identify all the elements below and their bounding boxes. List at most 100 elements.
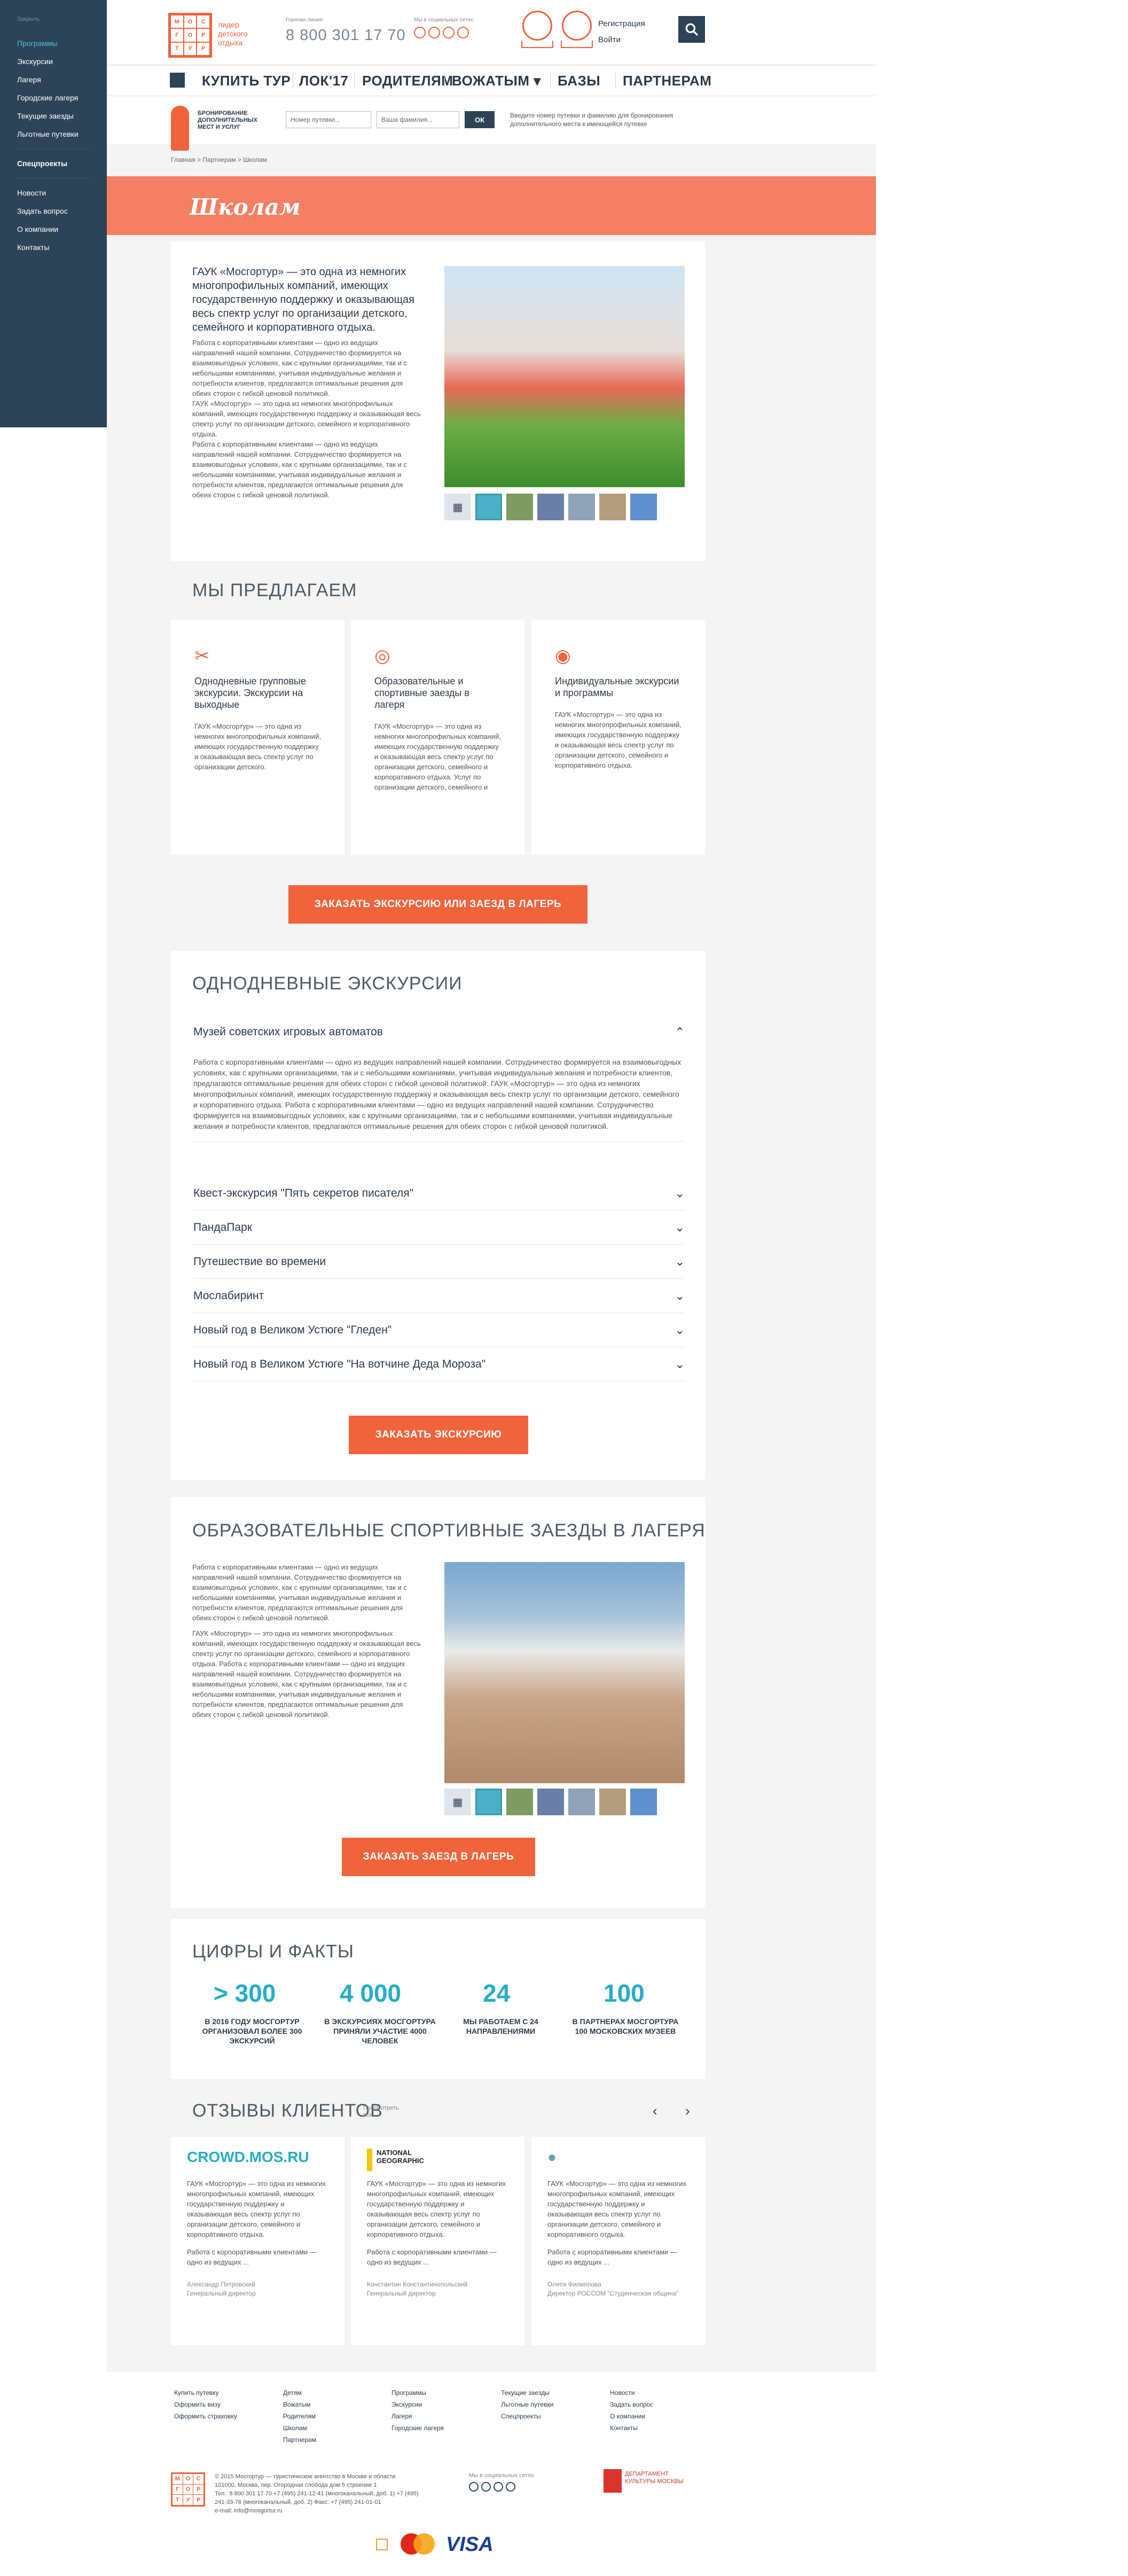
mastercard-logo: [401, 2531, 438, 2558]
search-button[interactable]: [678, 16, 705, 43]
gallery-thumb[interactable]: [568, 1789, 595, 1815]
emblem-icon: [562, 11, 592, 41]
department-label[interactable]: ДЕПАРТАМЕНТ КУЛЬТУРЫ МОСКВЫ: [625, 2470, 684, 2485]
footer-column: Программы Экскурсии Лагеря Городские лагеря: [391, 2389, 444, 2432]
gallery-thumb[interactable]: [475, 1789, 502, 1815]
fact-number: 4 000: [340, 1979, 402, 2007]
intro-lead: ГАУК «Мосгортур» — это одна из немногих …: [192, 266, 414, 333]
booking-note: Введите номер путевки и фамилию для брон…: [510, 112, 673, 128]
phone-label: Горячая линия:: [286, 17, 324, 23]
login-link[interactable]: Войти: [598, 32, 645, 48]
voucher-input[interactable]: Номер путевки...: [286, 111, 371, 128]
footer-column: Детям Вожатым Родителям Школам Партнерам: [283, 2389, 317, 2444]
review-card: ● ГАУК «Мосгортур» — это одна из немноги…: [531, 2137, 705, 2345]
nav-buy-tour[interactable]: КУПИТЬ ТУР: [202, 73, 291, 89]
nav-parents[interactable]: РОДИТЕЛЯМ: [362, 73, 453, 89]
register-link[interactable]: Регистрация: [598, 16, 645, 32]
page-title: Школам: [190, 194, 301, 220]
twitter-icon[interactable]: [443, 27, 455, 38]
tagline: лидер детского отдыха: [218, 20, 248, 47]
booking-ok-button[interactable]: ОК: [465, 111, 495, 128]
nav-divider: [550, 73, 551, 88]
offer-title: МЫ ПРЕДЛАГАЕМ: [192, 580, 357, 600]
footer-logo[interactable]: МОС ГОР ТУР: [171, 2472, 205, 2507]
chevron-down-icon: ⌄: [675, 1323, 685, 1337]
fact-number: 100: [604, 1979, 645, 2007]
sidebar-close[interactable]: Закрыть: [17, 16, 107, 22]
sidebar-item-city-camps[interactable]: Городские лагеря: [17, 89, 107, 107]
menu-icon[interactable]: [170, 73, 185, 88]
vk-icon[interactable]: [428, 27, 440, 38]
sidebar-item-contacts[interactable]: Контакты: [17, 238, 107, 256]
order-excursion-button[interactable]: ЗАКАЗАТЬ ЭКСКУРСИЮ: [349, 1416, 528, 1454]
excursions-title: ОДНОДНЕВНЫЕ ЭКСКУРСИИ: [192, 973, 463, 994]
breadcrumb[interactable]: Главная > Партнерам > Школам: [171, 156, 267, 163]
surname-input[interactable]: Ваша фамилия...: [377, 111, 459, 128]
vk-icon[interactable]: [481, 2482, 491, 2492]
nav-divider: [444, 73, 445, 88]
accordion-item[interactable]: Новый год в Великом Устюге "Гледен" ⌄: [193, 1313, 685, 1347]
accordion-item[interactable]: Квест-экскурсия "Пять секретов писателя"…: [193, 1176, 685, 1211]
gallery-thumb[interactable]: [568, 494, 595, 520]
accordion-item[interactable]: Путешествие во времени ⌄: [193, 1245, 685, 1279]
gallery-thumb[interactable]: [537, 494, 564, 520]
header: МОС ГОР ТУР лидер детского отдыха Горячая …: [107, 0, 876, 64]
see-all-link[interactable]: Просмотреть все: [363, 2105, 406, 2119]
gallery-thumb[interactable]: [475, 494, 502, 520]
sidebar-item-question[interactable]: Задать вопрос: [17, 202, 107, 220]
nav-bases[interactable]: БАЗЫ: [558, 73, 600, 89]
accordion-item[interactable]: ПандаПарк ⌄: [193, 1211, 685, 1245]
sidebar-item-camps[interactable]: Лагеря: [17, 71, 107, 89]
instagram-icon[interactable]: [506, 2482, 515, 2492]
sidebar-item-special[interactable]: Спецпроекты: [17, 154, 107, 173]
prev-arrow-icon[interactable]: ‹: [653, 2103, 657, 2119]
gallery-thumb[interactable]: [630, 494, 657, 520]
footer-column: Купить путевку Оформить визу Оформить стра…: [174, 2389, 237, 2420]
fact-label: МЫ РАБОТАЕМ С 24 НАПРАВЛЕНИЯМИ: [463, 2017, 538, 2035]
nav-lok[interactable]: ЛОК'17: [299, 73, 348, 89]
gallery-thumb[interactable]: [506, 494, 533, 520]
phone-number[interactable]: 8 800 301 17 70: [286, 27, 406, 44]
auth-links: Регистрация Войти: [598, 16, 645, 48]
sidebar-item-news[interactable]: Новости: [17, 184, 107, 202]
review-logo: ●: [547, 2149, 557, 2165]
fact-label: В ЭКСКУРСИЯХ МОСГОРТУРА ПРИНЯЛИ УЧАСТИЕ …: [324, 2017, 436, 2045]
nav-partners[interactable]: ПАРТНЕРАМ: [623, 73, 711, 89]
chevron-down-icon: ⌄: [675, 1357, 685, 1371]
offer-card[interactable]: ◉ Индивидуальные экскурсии и программы Г…: [531, 620, 705, 855]
fact-label: В 2016 ГОДУ МОСГОРТУР ОРГАНИЗОВАЛ БОЛЕЕ …: [202, 2017, 302, 2045]
chevron-down-icon: ⌄: [675, 1186, 685, 1200]
sidebar-item-current[interactable]: Текущие заезды: [17, 107, 107, 125]
sidebar-item-discount[interactable]: Льготные путевки: [17, 125, 107, 143]
twitter-icon[interactable]: [494, 2482, 503, 2492]
facebook-icon[interactable]: [469, 2482, 479, 2492]
sidebar-item-about[interactable]: О компании: [17, 220, 107, 238]
gallery-thumb[interactable]: [630, 1789, 657, 1815]
footer-contacts: © 2015 Мосгортур — туристическое агентст…: [215, 2473, 419, 2514]
gallery-thumb[interactable]: [506, 1789, 533, 1815]
nav-counselors[interactable]: ВОЖАТЫМ ▾: [452, 73, 541, 89]
sidebar-item-excursions[interactable]: Экскурсии: [17, 52, 107, 71]
next-arrow-icon[interactable]: ›: [685, 2103, 690, 2119]
order-excursion-or-camp-button[interactable]: ЗАКАЗАТЬ ЭКСКУРСИЮ ИЛИ ЗАЕЗД В ЛАГЕРЬ: [288, 885, 588, 924]
review-logo: CROWD.MOS.RU: [187, 2149, 309, 2165]
facebook-icon[interactable]: [414, 27, 426, 38]
social-label: Мы в социальных сетях:: [414, 17, 475, 23]
sidebar-item-programs[interactable]: Программы: [17, 34, 107, 52]
footer-column: Текущие заезды Льготные путевки Спецпроект…: [501, 2389, 554, 2420]
offer-card[interactable]: ✂ Однодневные групповые экскурсии. Экску…: [171, 620, 344, 855]
instagram-icon[interactable]: [457, 27, 469, 38]
order-camp-button[interactable]: ЗАКАЗАТЬ ЗАЕЗД В ЛАГЕРЬ: [342, 1838, 535, 1876]
accordion-item[interactable]: Новый год в Великом Устюге "На вотчине Д…: [193, 1347, 685, 1381]
grid-icon[interactable]: ▦: [444, 1789, 471, 1815]
accordion-item[interactable]: Мослабиринт ⌄: [193, 1279, 685, 1313]
camera-icon: ◉: [555, 646, 571, 666]
offer-card[interactable]: ◎ Образовательные и спортивные заезды в …: [351, 620, 524, 855]
accordion-item-open[interactable]: Музей советских игровых автоматов ⌃: [193, 1015, 685, 1049]
visa-logo: VISA: [446, 2533, 494, 2556]
gallery-thumb[interactable]: [599, 494, 626, 520]
grid-icon[interactable]: ▦: [444, 494, 471, 520]
logo[interactable]: МОС ГОР ТУР: [168, 13, 212, 58]
gallery-thumb[interactable]: [537, 1789, 564, 1815]
gallery-thumb[interactable]: [599, 1789, 626, 1815]
